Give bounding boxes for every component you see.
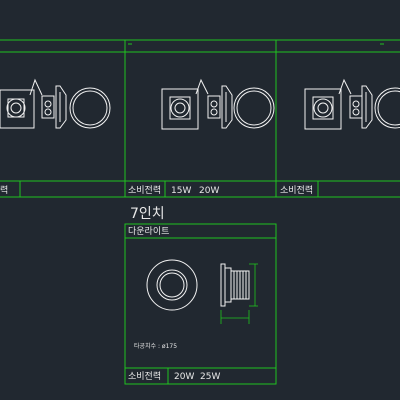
downlight-side-view <box>220 263 250 307</box>
seven-inch-table-frame <box>124 223 277 385</box>
downlight-drawing-cell-1 <box>0 78 111 129</box>
power-label: 소비전력 <box>128 370 161 382</box>
watt-value-a: 20W <box>174 372 194 382</box>
downlight-drawing-cell-3 <box>304 78 400 130</box>
power-label-cell-1: 력 <box>0 184 8 196</box>
power-label-cell-2: 소비전력 <box>128 184 161 196</box>
watt-value-b: 25W <box>200 372 220 382</box>
fixture-ring-inner <box>72 90 108 126</box>
cut-size-label: 타공치수 : ø175 <box>134 342 177 350</box>
cad-drawing-sheet: 력 소비전력 15W 20W 소비전력 7인치 다운라이트 타공치수 : ø17… <box>0 39 400 385</box>
downlight-front-view <box>146 259 198 311</box>
watt-value-cell-2-a: 15W <box>171 186 191 196</box>
watt-value-cell-2-b: 20W <box>199 186 219 196</box>
fixture-ring-outer <box>233 87 275 129</box>
size-title: 7인치 <box>130 206 165 222</box>
power-label-cell-3: 소비전력 <box>280 184 313 196</box>
product-name-label: 다운라이트 <box>128 226 169 237</box>
fixture-ring-inner <box>236 90 272 126</box>
downlight-drawing-cell-2 <box>161 78 275 130</box>
fixture-ring-outer <box>69 87 111 129</box>
fixture-ring-outer <box>374 87 400 129</box>
fixture-ring-inner <box>377 90 400 126</box>
